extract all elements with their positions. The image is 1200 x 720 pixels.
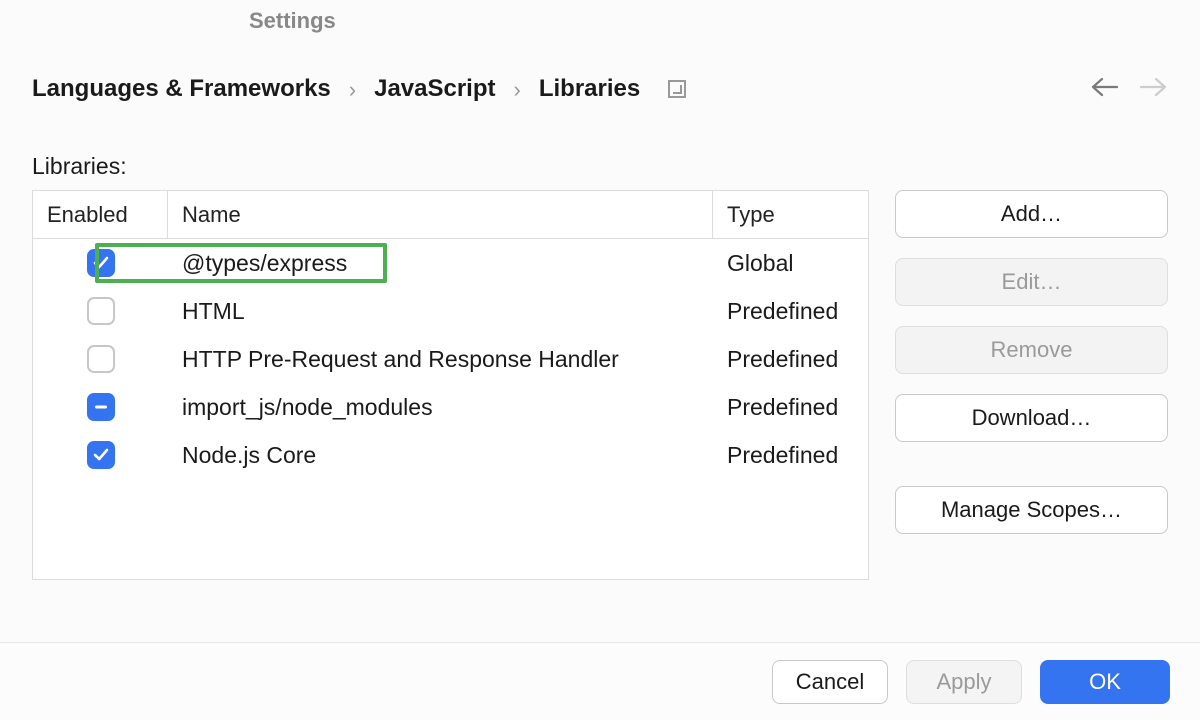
nav-arrows — [1090, 77, 1168, 101]
settings-window: Settings Languages & Frameworks › JavaSc… — [0, 0, 1200, 720]
cell-enabled — [33, 393, 168, 421]
table-header: Enabled Name Type — [33, 191, 868, 239]
enabled-checkbox[interactable] — [87, 393, 115, 421]
table-body: @types/expressGlobalHTMLPredefinedHTTP P… — [33, 239, 868, 579]
col-header-type[interactable]: Type — [713, 191, 868, 238]
chevron-right-icon: › — [514, 77, 521, 103]
header-row: Languages & Frameworks › JavaScript › Li… — [32, 75, 1168, 103]
libraries-label: Libraries: — [32, 153, 1168, 180]
titlebar: Settings — [0, 0, 1200, 45]
table-row[interactable]: @types/expressGlobal — [33, 239, 868, 287]
forward-arrow-icon[interactable] — [1140, 77, 1168, 101]
cell-enabled — [33, 345, 168, 373]
cancel-button[interactable]: Cancel — [772, 660, 888, 704]
content-area: Languages & Frameworks › JavaScript › Li… — [0, 45, 1200, 642]
enabled-checkbox[interactable] — [87, 345, 115, 373]
table-row[interactable]: HTMLPredefined — [33, 287, 868, 335]
libraries-table: Enabled Name Type @types/expressGlobalHT… — [32, 190, 869, 580]
side-buttons: Add… Edit… Remove Download… Manage Scope… — [895, 190, 1168, 534]
cell-enabled — [33, 297, 168, 325]
back-arrow-icon[interactable] — [1090, 77, 1118, 101]
table-row[interactable]: Node.js CorePredefined — [33, 431, 868, 479]
cell-name: import_js/node_modules — [168, 394, 713, 421]
download-button[interactable]: Download… — [895, 394, 1168, 442]
manage-scopes-button[interactable]: Manage Scopes… — [895, 486, 1168, 534]
cell-name: HTML — [168, 298, 713, 325]
cell-type: Predefined — [713, 394, 868, 421]
cell-type: Predefined — [713, 442, 868, 469]
edit-button: Edit… — [895, 258, 1168, 306]
cell-enabled — [33, 249, 168, 277]
ok-button[interactable]: OK — [1040, 660, 1170, 704]
cell-type: Global — [713, 250, 868, 277]
cell-type: Predefined — [713, 298, 868, 325]
cell-name: @types/express — [168, 250, 713, 277]
apply-button: Apply — [906, 660, 1022, 704]
breadcrumb-item-langs[interactable]: Languages & Frameworks — [32, 75, 331, 103]
breadcrumb-item-javascript[interactable]: JavaScript — [374, 75, 495, 103]
cell-name: Node.js Core — [168, 442, 713, 469]
cell-enabled — [33, 441, 168, 469]
table-row[interactable]: import_js/node_modulesPredefined — [33, 383, 868, 431]
chevron-right-icon: › — [349, 77, 356, 103]
cell-name: HTTP Pre-Request and Response Handler — [168, 346, 713, 373]
breadcrumb: Languages & Frameworks › JavaScript › Li… — [32, 75, 686, 103]
cell-type: Predefined — [713, 346, 868, 373]
remove-button: Remove — [895, 326, 1168, 374]
table-row[interactable]: HTTP Pre-Request and Response HandlerPre… — [33, 335, 868, 383]
dialog-footer: Cancel Apply OK — [0, 642, 1200, 720]
col-header-name[interactable]: Name — [168, 191, 713, 238]
breadcrumb-item-libraries[interactable]: Libraries — [539, 75, 640, 103]
enabled-checkbox[interactable] — [87, 441, 115, 469]
project-scope-icon — [668, 80, 686, 98]
col-header-enabled[interactable]: Enabled — [33, 191, 168, 238]
enabled-checkbox[interactable] — [87, 297, 115, 325]
main-row: Enabled Name Type @types/expressGlobalHT… — [32, 190, 1168, 580]
window-title: Settings — [249, 8, 336, 34]
add-button[interactable]: Add… — [895, 190, 1168, 238]
enabled-checkbox[interactable] — [87, 249, 115, 277]
